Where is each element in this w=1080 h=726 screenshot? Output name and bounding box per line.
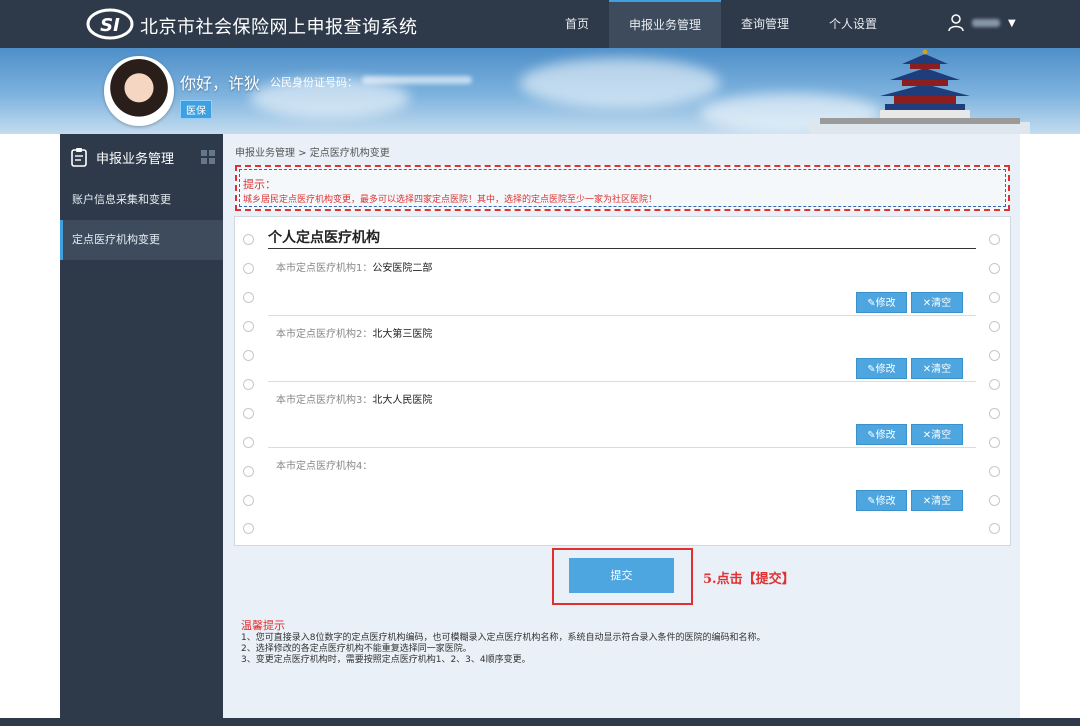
- radio-left: [243, 437, 254, 448]
- card-title: 个人定点医疗机构: [268, 227, 976, 249]
- sidebar-section-title: 申报业务管理: [96, 151, 175, 167]
- sidebar-section-header: 申报业务管理: [60, 134, 223, 180]
- radio-left: [243, 379, 254, 390]
- institution-1-label: 本市定点医疗机构1：: [276, 263, 373, 274]
- id-number-label: 公民身份证号码：: [270, 76, 358, 89]
- breadcrumb: 申报业务管理 > 定点医疗机构变更: [235, 148, 390, 159]
- institution-label: 本市定点医疗机构4：: [276, 457, 372, 472]
- institution-label: 本市定点医疗机构3：北大人民医院: [276, 391, 432, 406]
- institution-1-value[interactable]: 公安医院二部: [372, 263, 432, 274]
- sidebar-item-designated-institution-change[interactable]: 定点医疗机构变更: [60, 220, 223, 260]
- radio-left: [243, 466, 254, 477]
- bottom-strip: [0, 718, 1080, 726]
- nav-query-management[interactable]: 查询管理: [721, 0, 809, 48]
- step-annotation: 5.点击【提交】: [703, 572, 795, 587]
- temple-of-heaven-illustration: [810, 49, 1030, 134]
- user-menu[interactable]: ▼: [948, 14, 1016, 32]
- radio-right: [989, 350, 1000, 361]
- radio-right: [989, 292, 1000, 303]
- institution-label: 本市定点医疗机构1：公安医院二部: [276, 259, 432, 274]
- profile-banner: 你好，许狄 公民身份证号码： 医保: [0, 48, 1080, 134]
- institution-row: 本市定点医疗机构4： ✎修改 ✕清空: [268, 448, 976, 514]
- notice-title: 提示：: [243, 178, 276, 191]
- top-nav-bar: SI 北京市社会保险网上申报查询系统 首页 申报业务管理 查询管理 个人设置 ▼: [0, 0, 1080, 48]
- tip-item: 1、您可直接录入8位数字的定点医疗机构编码，也可模糊录入定点医疗机构名称，系统自…: [241, 633, 766, 643]
- grid-icon[interactable]: [201, 150, 215, 164]
- institution-2-value[interactable]: 北大第三医院: [372, 329, 432, 340]
- main-content: 申报业务管理 > 定点医疗机构变更 提示： 城乡居民定点医疗机构变更，最多可以选…: [223, 134, 1020, 718]
- system-title: 北京市社会保险网上申报查询系统: [140, 17, 418, 38]
- clear-button[interactable]: ✕清空: [911, 292, 963, 313]
- institution-label: 本市定点医疗机构2：北大第三医院: [276, 325, 432, 340]
- institution-row: 本市定点医疗机构2：北大第三医院 ✎修改 ✕清空: [268, 316, 976, 382]
- radio-left: [243, 350, 254, 361]
- edit-button[interactable]: ✎修改: [856, 292, 907, 313]
- institution-3-value[interactable]: 北大人民医院: [372, 395, 432, 406]
- notice-text: 城乡居民定点医疗机构变更，最多可以选择四家定点医院！其中，选择的定点医院至少一家…: [243, 195, 658, 205]
- nav-declaration-management[interactable]: 申报业务管理: [609, 0, 722, 48]
- edit-button[interactable]: ✎修改: [856, 424, 907, 445]
- avatar: [104, 56, 174, 126]
- insurance-type-badge: 医保: [180, 100, 212, 119]
- greeting: 你好，许狄: [180, 74, 261, 93]
- radio-left: [243, 263, 254, 274]
- submit-button[interactable]: 提交: [569, 558, 674, 593]
- institution-card: 个人定点医疗机构 本市定点医疗机构1：公安医院二部 ✎修改 ✕清空 本市定点医疗…: [234, 216, 1011, 546]
- notice-box: 提示： 城乡居民定点医疗机构变更，最多可以选择四家定点医院！其中，选择的定点医院…: [235, 165, 1010, 211]
- edit-button[interactable]: ✎修改: [856, 358, 907, 379]
- institution-4-label: 本市定点医疗机构4：: [276, 461, 373, 472]
- tip-item: 2、选择修改的各定点医疗机构不能重复选择同一家医院。: [241, 644, 472, 654]
- clear-button[interactable]: ✕清空: [911, 490, 963, 511]
- radio-left: [243, 408, 254, 419]
- radio-right: [989, 408, 1000, 419]
- tips-section: 温馨提示 1、您可直接录入8位数字的定点医疗机构编码，也可模糊录入定点医疗机构名…: [241, 620, 765, 666]
- radio-right: [989, 437, 1000, 448]
- svg-text:SI: SI: [100, 15, 120, 36]
- id-number-redacted: [362, 76, 472, 84]
- tips-title: 温馨提示: [241, 619, 285, 632]
- clear-button[interactable]: ✕清空: [911, 424, 963, 445]
- clear-button[interactable]: ✕清空: [911, 358, 963, 379]
- tip-item: 3、变更定点医疗机构时，需要按照定点医疗机构1、2、3、4顺序变更。: [241, 655, 531, 665]
- radio-right: [989, 234, 1000, 245]
- chevron-down-icon: ▼: [1008, 17, 1016, 29]
- edit-button[interactable]: ✎修改: [856, 490, 907, 511]
- social-insurance-logo-icon: SI: [86, 8, 134, 40]
- user-name-redacted: [972, 19, 1000, 27]
- institution-3-label: 本市定点医疗机构3：: [276, 395, 373, 406]
- radio-right: [989, 263, 1000, 274]
- institution-2-label: 本市定点医疗机构2：: [276, 329, 373, 340]
- radio-left: [243, 234, 254, 245]
- institution-row: 本市定点医疗机构3：北大人民医院 ✎修改 ✕清空: [268, 382, 976, 448]
- clipboard-icon: [71, 148, 87, 167]
- radio-left: [243, 523, 254, 534]
- institution-row: 本市定点医疗机构1：公安医院二部 ✎修改 ✕清空: [268, 250, 976, 316]
- left-gutter: [0, 134, 60, 726]
- sidebar-item-account-info[interactable]: 账户信息采集和变更: [60, 180, 223, 220]
- radio-left: [243, 495, 254, 506]
- radio-right: [989, 321, 1000, 332]
- radio-left: [243, 321, 254, 332]
- nav-personal-settings[interactable]: 个人设置: [809, 0, 897, 48]
- sidebar: 申报业务管理 账户信息采集和变更 定点医疗机构变更: [60, 134, 223, 726]
- radio-left: [243, 292, 254, 303]
- radio-right: [989, 495, 1000, 506]
- main-nav: 首页 申报业务管理 查询管理 个人设置: [545, 0, 897, 48]
- user-icon: [948, 14, 964, 32]
- radio-right: [989, 466, 1000, 477]
- radio-right: [989, 523, 1000, 534]
- radio-right: [989, 379, 1000, 390]
- nav-home[interactable]: 首页: [545, 0, 609, 48]
